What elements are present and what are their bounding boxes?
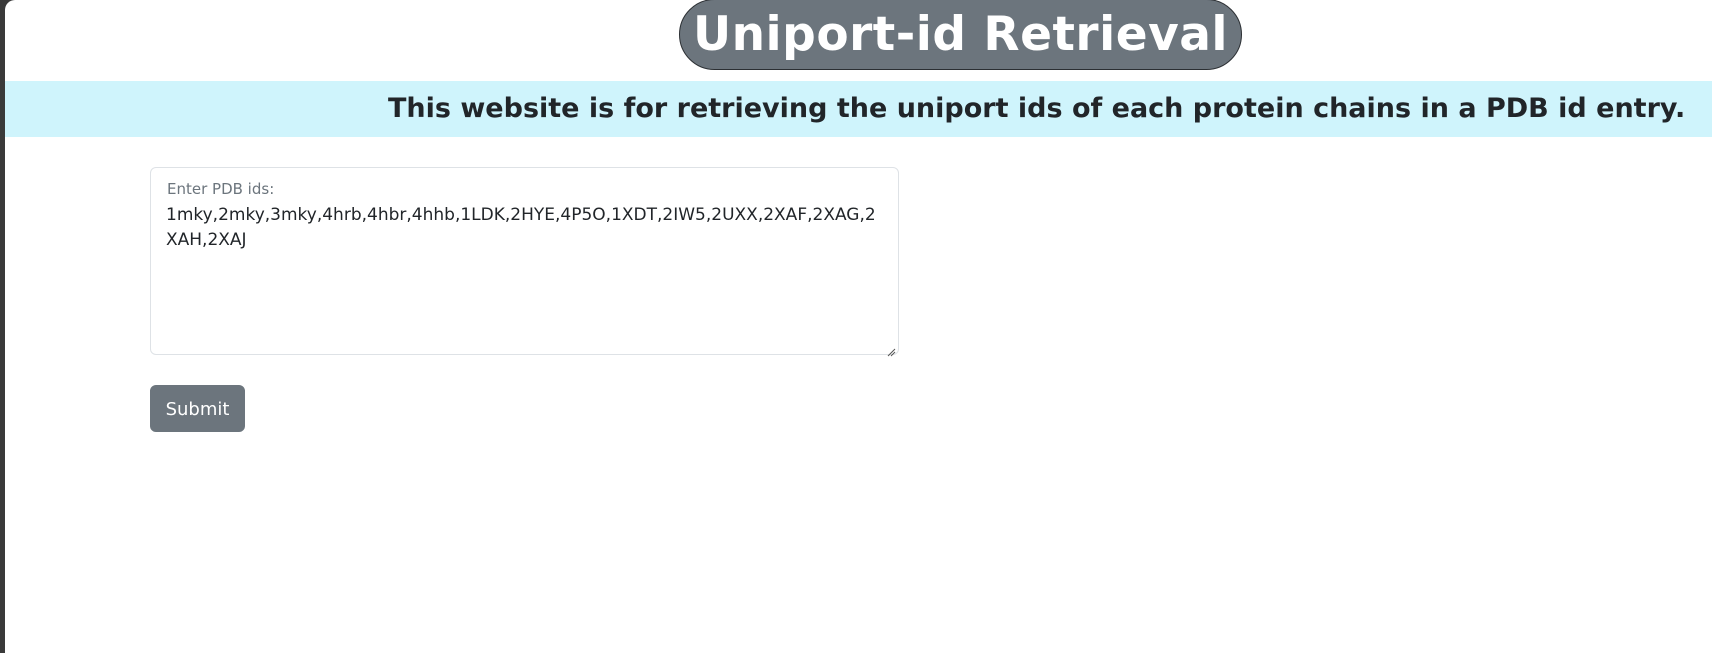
submit-button[interactable]: Submit [150,385,245,432]
page-title: Uniport-id Retrieval [679,0,1242,70]
resize-handle-icon[interactable] [886,342,896,357]
pdb-ids-field: Enter PDB ids: 1mky,2mky,3mky,4hrb,4hbr,… [150,167,899,357]
info-banner: This website is for retrieving the unipo… [5,81,1712,137]
browser-viewport: Uniport-id Retrieval This website is for… [5,0,1712,653]
banner-text: This website is for retrieving the unipo… [388,93,1686,124]
pdb-ids-label: Enter PDB ids: [167,180,275,198]
pdb-ids-textarea[interactable]: 1mky,2mky,3mky,4hrb,4hbr,4hhb,1LDK,2HYE,… [166,203,881,343]
